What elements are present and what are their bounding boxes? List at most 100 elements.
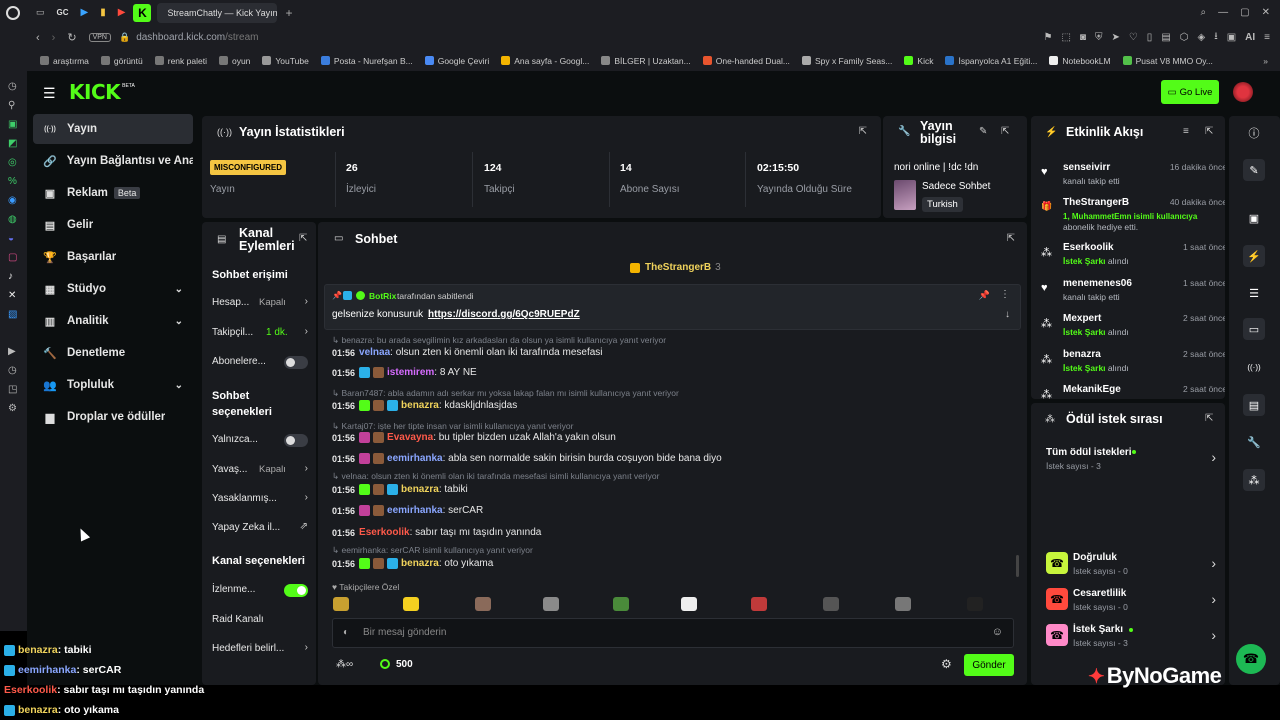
event-item[interactable]: ⁂ Eserkoolik 1 saat önce İstek Şarkı alındı (1041, 242, 1225, 278)
follower-only-row[interactable]: Takipçil... (212, 327, 308, 338)
event-item[interactable]: ⁂ MekanikEge 2 saat önce (1041, 384, 1225, 399)
opera-sidebar-box-icon[interactable]: ◳ (8, 384, 17, 395)
more-options-icon[interactable]: ⋮ (1000, 289, 1010, 300)
settings-icon[interactable]: ⚙ (941, 657, 952, 671)
bookmark-item[interactable]: Posta - Nurefşan B... (320, 56, 413, 66)
nav-item[interactable]: ▣ Reklam Beta (33, 178, 193, 208)
nav-item[interactable]: ▆ Droplar ve ödüller (33, 402, 193, 432)
new-tab-icon[interactable]: + (285, 6, 292, 20)
rewards-icon[interactable]: ⁂∞ (336, 659, 353, 670)
chat-username[interactable]: velnaa (359, 347, 390, 358)
edit-icon[interactable]: ✎ (979, 126, 987, 137)
wrench-icon[interactable]: 🔧 (1243, 431, 1265, 453)
bookmark-item[interactable]: Kick (904, 56, 933, 66)
bookmark-item[interactable]: BİLGER | Uzaktan... (601, 56, 691, 66)
nav-item[interactable]: 🔗 Yayın Bağlantısı ve Anahtarı (33, 146, 193, 176)
ai-moderation-row[interactable]: Yapay Zeka il... (212, 522, 308, 533)
bookmarks-overflow-icon[interactable]: » (1263, 56, 1268, 66)
tab-icon-play[interactable]: ▶ (81, 7, 89, 18)
help-button[interactable]: ☎ (1236, 644, 1266, 674)
opera-sidebar-vpn-icon[interactable]: ▣ (8, 119, 17, 130)
avatar[interactable] (1233, 82, 1253, 102)
opera-sidebar-app-icon[interactable]: ▧ (8, 309, 17, 320)
snapshot-icon[interactable]: ▣ (1227, 32, 1236, 43)
popout-icon[interactable]: ⇱ (1205, 413, 1213, 424)
shield-icon[interactable]: ⛨ (1095, 32, 1103, 43)
chat-username[interactable]: eemirhanka (387, 505, 443, 516)
bookmark-item[interactable]: araştırma (40, 56, 89, 66)
bookmark-icon[interactable]: ⚑ (1043, 32, 1052, 43)
emote-icon[interactable] (475, 597, 491, 611)
send-icon[interactable]: ➤ (1111, 32, 1119, 43)
bookmark-item[interactable]: Pusat V8 MMO Oy... (1122, 56, 1213, 66)
pencil-icon[interactable]: ✎ (1243, 159, 1265, 181)
bookmark-item[interactable]: renk paleti (154, 56, 207, 66)
extensions-icon[interactable]: ⬡ (1180, 32, 1189, 43)
event-item[interactable]: ♥ senseivirr 16 dakika önce kanalı takip et… (1041, 162, 1225, 198)
reward-item[interactable]: ☎ Doğruluk İstek sayısı - 0 › (1046, 552, 1216, 578)
watch-toggle[interactable] (284, 584, 308, 597)
kick-logo[interactable]: KICK BETA (69, 80, 135, 104)
minimize-icon[interactable]: — (1218, 7, 1228, 18)
bookmark-item[interactable]: Ana sayfa - Googl... (501, 56, 589, 66)
event-item[interactable]: ♥ menemenes06 1 saat önce kanalı takip etti (1041, 278, 1225, 314)
emote-icon[interactable] (333, 597, 349, 611)
emote-icon[interactable] (613, 597, 629, 611)
tab-icon-chart[interactable]: ▮ (100, 7, 106, 18)
chevron-right-icon[interactable]: › (305, 642, 308, 653)
emote-icon[interactable] (751, 597, 767, 611)
filter-icon[interactable]: ≡ (1183, 126, 1189, 137)
actions-icon[interactable]: ▤ (1243, 394, 1265, 416)
vpn-badge[interactable]: VPN (88, 33, 111, 42)
opera-sidebar-player-icon[interactable]: ▶ (8, 346, 17, 357)
tab-icon-kick[interactable]: K (133, 3, 152, 22)
chat-username[interactable]: Evavayna (387, 432, 433, 443)
opera-sidebar-percent-icon[interactable]: % (8, 176, 17, 187)
close-icon[interactable]: ✕ (1262, 7, 1270, 18)
nav-item[interactable]: 🔨 Denetleme (33, 338, 193, 368)
event-item[interactable]: 🎁 TheStrangerB 40 dakika önce 1, MuhammetEm… (1041, 197, 1225, 233)
chat-input[interactable]: ◐ Bir mesaj gönderin ☺ (332, 618, 1014, 648)
chevron-right-icon[interactable]: › (305, 492, 308, 503)
download-icon[interactable]: ⭳ (1214, 29, 1218, 46)
chevron-right-icon[interactable]: › (305, 326, 308, 337)
opera-sidebar-bag-icon[interactable]: ⚲ (8, 100, 17, 111)
chat-username[interactable]: benazra (401, 400, 439, 411)
list-icon[interactable]: ☰ (1243, 282, 1265, 304)
bookmark-item[interactable]: NotebookLM (1049, 56, 1111, 66)
bookmark-item[interactable]: görüntü (100, 56, 143, 66)
emote-icon[interactable] (403, 597, 419, 611)
tab-active[interactable]: StreamChatly — Kick Yayını (157, 2, 278, 23)
reward-item[interactable]: ☎ Cesaretlilik İstek sayısı - 0 › (1046, 588, 1216, 614)
only-toggle[interactable] (284, 434, 308, 447)
reward-icon[interactable]: ⁂ (1243, 469, 1265, 491)
subs-only-toggle[interactable] (284, 356, 308, 369)
event-item[interactable]: ⁂ benazra 2 saat önce İstek Şarkı alındı (1041, 349, 1225, 385)
send-button[interactable]: Gönder (964, 654, 1014, 676)
opera-sidebar-tiktok-icon[interactable]: ♪ (8, 271, 17, 282)
search-icon[interactable]: ⌕ (1201, 7, 1207, 18)
emote-icon[interactable] (543, 597, 559, 611)
pinned-link[interactable]: https://discord.gg/6Qc9RUEPdZ (428, 309, 580, 320)
tab-icon-youtube[interactable]: ▶ (118, 7, 126, 18)
cube-icon[interactable]: ◈ (1198, 32, 1206, 43)
nav-item[interactable]: 👥 Topluluk ⌄ (33, 370, 193, 400)
emote-icon[interactable] (895, 597, 911, 611)
nav-item[interactable]: ▤ Gelir (33, 210, 193, 240)
aria-ai-button[interactable]: AI (1245, 32, 1255, 43)
emote-icon[interactable] (823, 597, 839, 611)
external-link-icon[interactable]: ⇗ (300, 521, 308, 532)
opera-sidebar-instagram-icon[interactable]: ▢ (8, 252, 17, 263)
camera-icon[interactable]: ◙ (1080, 32, 1086, 43)
lightning-icon[interactable]: ⚡ (1243, 245, 1265, 267)
chevron-right-icon[interactable]: › (305, 296, 308, 307)
chat-scrollbar[interactable] (1016, 555, 1019, 577)
opera-sidebar-speed-icon[interactable]: ◷ (8, 81, 17, 92)
broadcast-icon[interactable]: ((·)) (1243, 356, 1265, 378)
opera-sidebar-discord-icon[interactable]: ◒ (8, 233, 17, 244)
emoji-icon[interactable]: ☺ (992, 626, 1003, 638)
opera-sidebar-history-icon[interactable]: ◷ (8, 365, 17, 376)
opera-sidebar-whatsapp-icon[interactable]: ◍ (8, 214, 17, 225)
back-icon[interactable]: ‹ (36, 32, 40, 44)
opera-sidebar-chatgpt-icon[interactable]: ◎ (8, 157, 17, 168)
